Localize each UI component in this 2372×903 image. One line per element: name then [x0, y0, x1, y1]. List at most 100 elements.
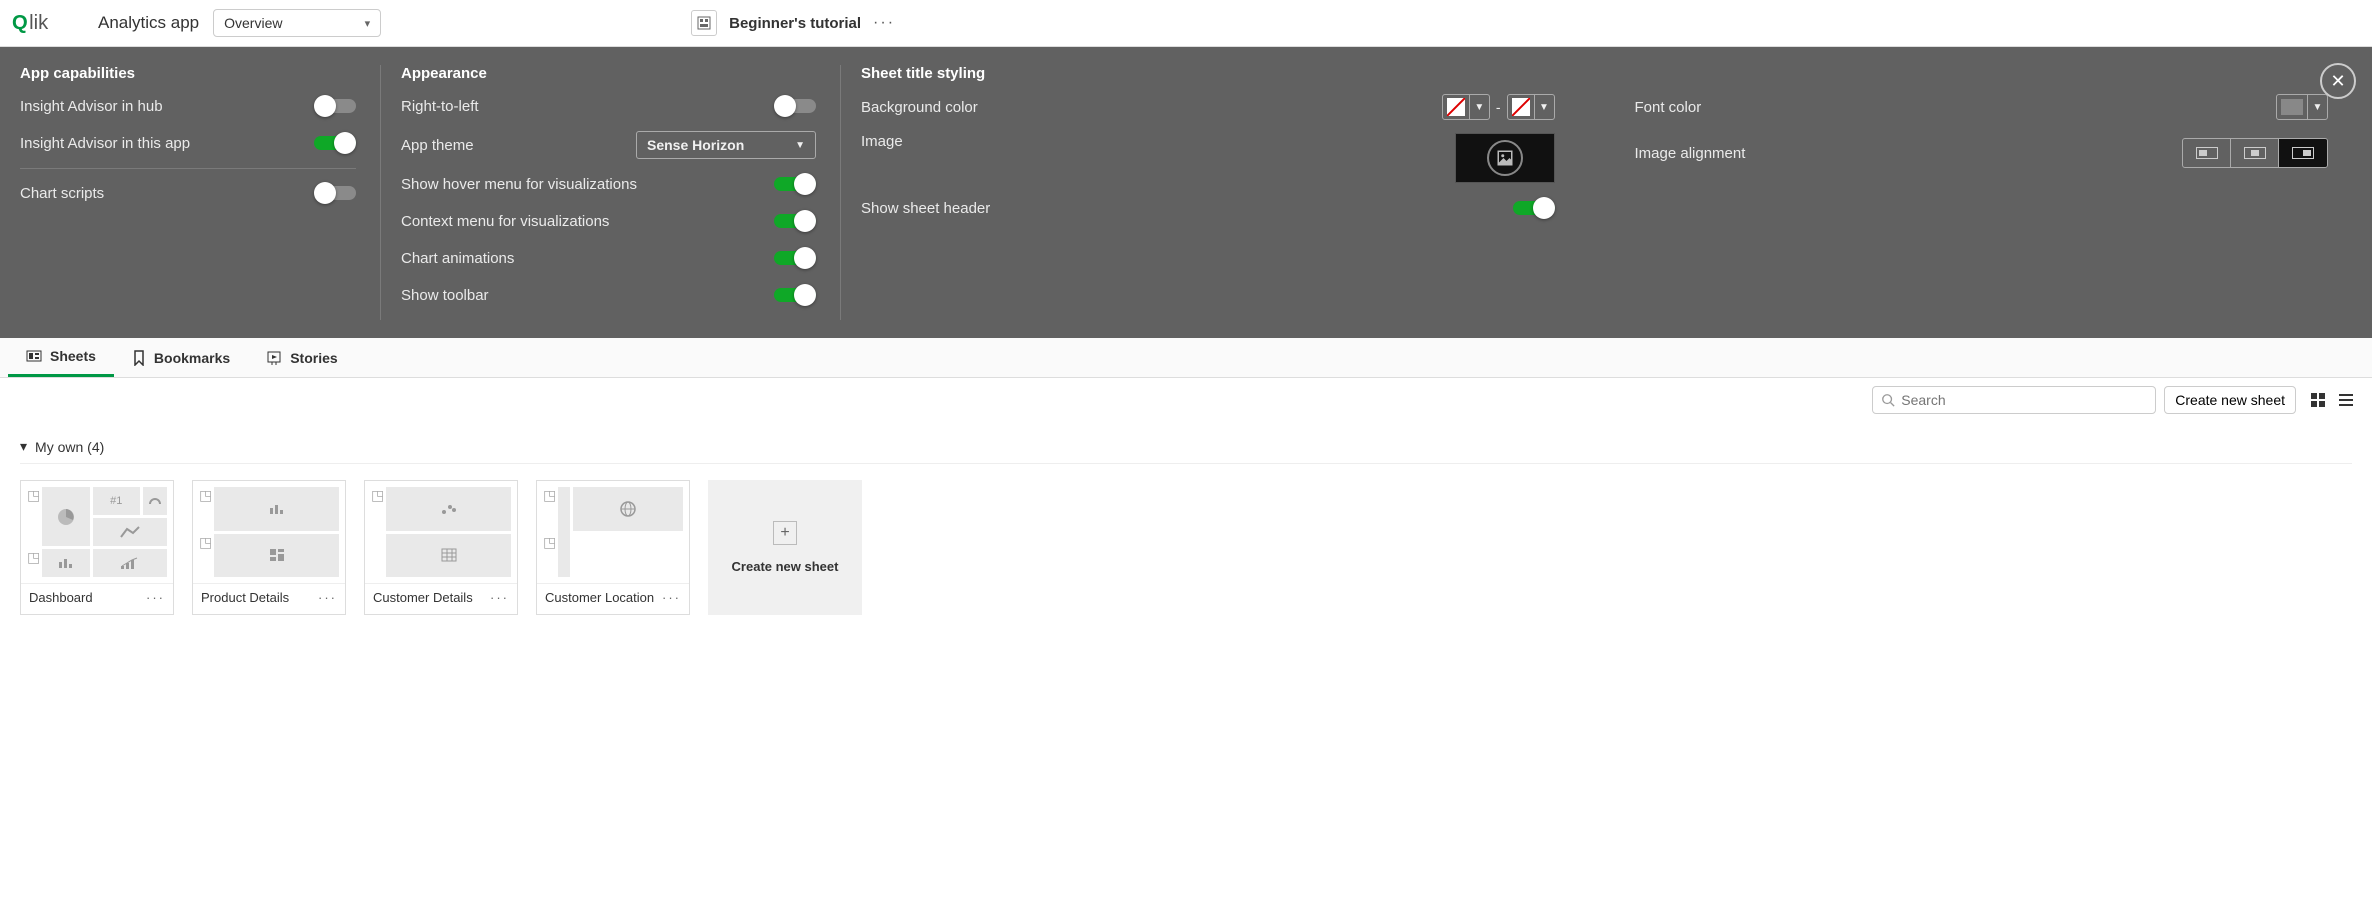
- tab-sheets-label: Sheets: [50, 348, 96, 364]
- sheet-card-location[interactable]: ◳ ◳ Customer Location ···: [536, 480, 690, 615]
- toggle-chart-scripts[interactable]: [314, 186, 356, 200]
- theme-value: Sense Horizon: [647, 137, 744, 153]
- sheets-icon: [26, 348, 42, 364]
- toggle-chart-anim[interactable]: [774, 251, 816, 265]
- bar-icon: [268, 502, 286, 516]
- label-chart-anim: Chart animations: [401, 250, 514, 267]
- bg-color-picker-1[interactable]: ▼: [1442, 94, 1490, 120]
- svg-text:lik: lik: [29, 12, 49, 34]
- tab-sheets[interactable]: Sheets: [8, 338, 114, 377]
- capabilities-title: App capabilities: [20, 65, 356, 82]
- appearance-title: Appearance: [401, 65, 816, 82]
- align-right-button[interactable]: [2279, 139, 2327, 167]
- image-alignment-group: [2182, 138, 2328, 168]
- label-context-menu: Context menu for visualizations: [401, 213, 609, 230]
- list-icon: [2338, 392, 2354, 408]
- more-menu-icon[interactable]: ···: [873, 14, 895, 32]
- label-show-header: Show sheet header: [861, 200, 990, 217]
- close-button[interactable]: ✕: [2320, 63, 2356, 99]
- card-title: Dashboard: [29, 590, 93, 605]
- bg-color-picker-2[interactable]: ▼: [1507, 94, 1555, 120]
- create-sheet-button[interactable]: Create new sheet: [2164, 386, 2296, 414]
- card-menu-icon[interactable]: ···: [662, 590, 681, 605]
- toggle-rtl[interactable]: [774, 99, 816, 113]
- stories-icon: [266, 350, 282, 366]
- search-icon: [1881, 393, 1895, 407]
- grid-view-button[interactable]: [2304, 386, 2332, 414]
- breadcrumb-app[interactable]: Analytics app: [98, 13, 199, 33]
- toggle-hover-menu[interactable]: [774, 177, 816, 191]
- tab-bookmarks[interactable]: Bookmarks: [114, 338, 248, 377]
- chevron-down-icon: ▾: [20, 438, 27, 455]
- create-new-sheet-card[interactable]: + Create new sheet: [708, 480, 862, 615]
- font-color-picker[interactable]: ▼: [2276, 94, 2328, 120]
- label-theme: App theme: [401, 137, 474, 154]
- toggle-show-toolbar[interactable]: [774, 288, 816, 302]
- tab-stories-label: Stories: [290, 350, 337, 366]
- sheet-card-customer[interactable]: ◳ Customer Details ···: [364, 480, 518, 615]
- toggle-show-header[interactable]: [1513, 201, 1555, 215]
- toggle-insight-hub[interactable]: [314, 99, 356, 113]
- list-view-button[interactable]: [2332, 386, 2360, 414]
- label-bg-color: Background color: [861, 99, 978, 116]
- image-picker-button[interactable]: [1455, 133, 1555, 183]
- card-title: Product Details: [201, 590, 289, 605]
- sheets-section: ▾ My own (4) ◳ #1 ◳ Dashboard ··· ◳: [0, 422, 2372, 639]
- label-show-toolbar: Show toolbar: [401, 287, 489, 304]
- tab-bar: Sheets Bookmarks Stories: [0, 338, 2372, 378]
- toggle-insight-app[interactable]: [314, 136, 356, 150]
- section-header-my-own[interactable]: ▾ My own (4): [20, 430, 2352, 464]
- svg-text:Q: Q: [12, 12, 28, 34]
- card-title: Customer Location: [545, 590, 654, 605]
- label-chart-scripts: Chart scripts: [20, 185, 104, 202]
- sheet-icon[interactable]: [691, 10, 717, 36]
- bar-icon: [57, 556, 75, 570]
- label-image: Image: [861, 133, 903, 150]
- plus-icon: +: [773, 521, 797, 545]
- line-icon: [119, 525, 141, 539]
- sheet-styling-title: Sheet title styling: [861, 65, 1555, 82]
- search-input[interactable]: [1901, 392, 2147, 408]
- image-icon: [1496, 149, 1514, 167]
- toggle-context-menu[interactable]: [774, 214, 816, 228]
- search-box[interactable]: [1872, 386, 2156, 414]
- pie-icon: [56, 507, 76, 527]
- label-rtl: Right-to-left: [401, 98, 479, 115]
- separator: -: [1496, 99, 1501, 115]
- card-menu-icon[interactable]: ···: [490, 590, 509, 605]
- divider: [20, 168, 356, 169]
- sheet-card-dashboard[interactable]: ◳ #1 ◳ Dashboard ···: [20, 480, 174, 615]
- chevron-down-icon: ▾: [365, 17, 371, 30]
- globe-icon: [619, 500, 637, 518]
- treemap-icon: [269, 548, 285, 562]
- card-menu-icon[interactable]: ···: [146, 590, 165, 605]
- label-insight-app: Insight Advisor in this app: [20, 135, 190, 152]
- chevron-down-icon: ▼: [795, 140, 805, 151]
- grid-icon: [2310, 392, 2326, 408]
- label-hover-menu: Show hover menu for visualizations: [401, 176, 637, 193]
- page-title: Beginner's tutorial: [729, 15, 861, 32]
- section-title: My own (4): [35, 439, 104, 455]
- gauge-icon: [148, 494, 162, 508]
- label-img-align: Image alignment: [1635, 145, 1746, 162]
- card-title: Customer Details: [373, 590, 473, 605]
- sheet-card-product[interactable]: ◳ ◳ Product Details ···: [192, 480, 346, 615]
- align-left-button[interactable]: [2183, 139, 2231, 167]
- settings-panel: ✕ App capabilities Insight Advisor in hu…: [0, 47, 2372, 338]
- card-menu-icon[interactable]: ···: [318, 590, 337, 605]
- bookmark-icon: [132, 350, 146, 366]
- view-dropdown[interactable]: Overview ▾: [213, 9, 381, 37]
- trend-icon: [119, 556, 141, 570]
- align-center-button[interactable]: [2231, 139, 2279, 167]
- create-new-label: Create new sheet: [732, 559, 839, 574]
- tab-bookmarks-label: Bookmarks: [154, 350, 230, 366]
- table-icon: [441, 548, 457, 562]
- label-font-color: Font color: [1635, 99, 1702, 116]
- view-dropdown-label: Overview: [224, 15, 282, 31]
- tab-stories[interactable]: Stories: [248, 338, 355, 377]
- scatter-icon: [440, 502, 458, 516]
- sheet-toolbar: Create new sheet: [0, 378, 2372, 422]
- logo: Qlik: [12, 9, 82, 37]
- label-insight-hub: Insight Advisor in hub: [20, 98, 163, 115]
- theme-select[interactable]: Sense Horizon ▼: [636, 131, 816, 159]
